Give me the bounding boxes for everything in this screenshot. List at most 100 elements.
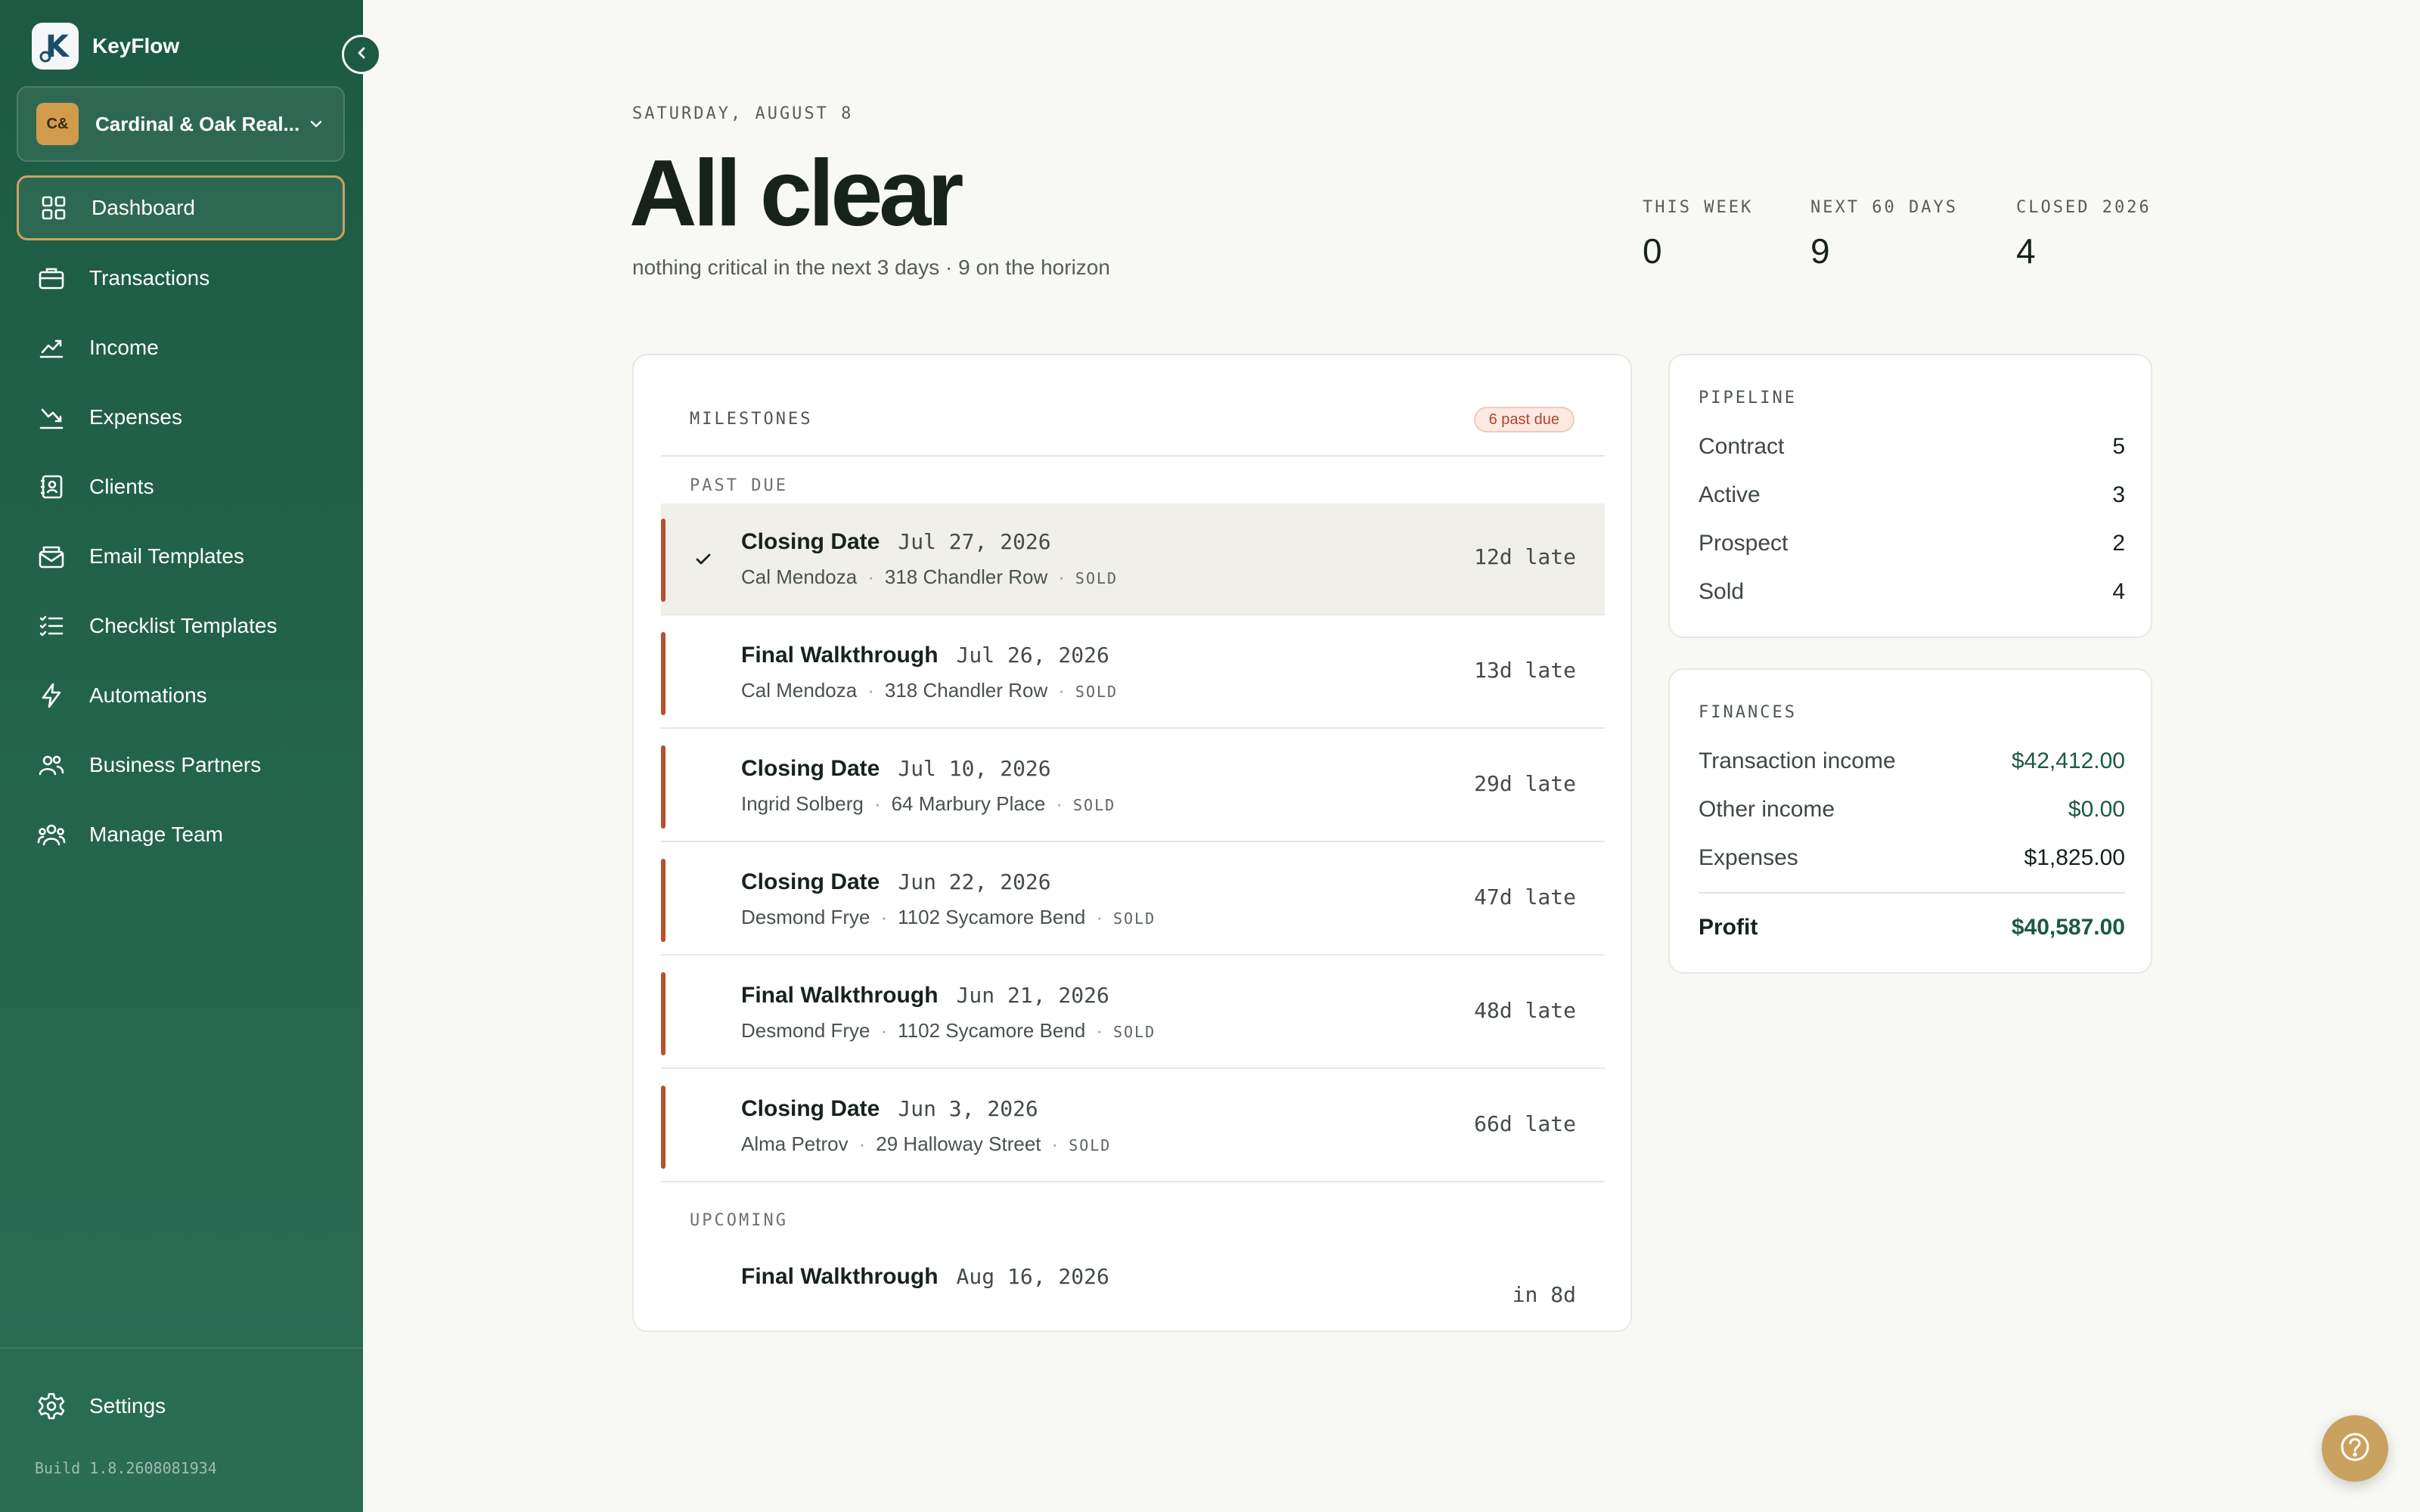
sidebar-item-label: Business Partners bbox=[89, 753, 262, 776]
grid-icon bbox=[39, 193, 69, 223]
milestone-title: Closing Date bbox=[741, 756, 880, 781]
sidebar-item-checklist-templates[interactable]: Checklist Templates bbox=[17, 593, 345, 659]
past-due-indicator bbox=[661, 859, 666, 942]
milestone-date: Jul 10, 2026 bbox=[898, 756, 1051, 781]
property-address[interactable]: 1102 Sycamore Bend bbox=[898, 1019, 1085, 1043]
brand[interactable]: K KeyFlow bbox=[32, 23, 179, 70]
sidebar-item-expenses[interactable]: Expenses bbox=[17, 384, 345, 451]
keyflow-logo: K bbox=[32, 23, 79, 70]
sidebar-item-business-partners[interactable]: Business Partners bbox=[17, 732, 345, 798]
milestone-row[interactable]: Closing Date Jun 22, 2026 Desmond Frye · … bbox=[661, 844, 1605, 956]
collapse-sidebar-button[interactable] bbox=[342, 35, 381, 74]
property-address[interactable]: 1102 Sycamore Bend bbox=[898, 906, 1085, 929]
milestone-header: Closing Date Jun 3, 2026 bbox=[741, 1096, 1038, 1122]
sidebar-item-label: Income bbox=[89, 336, 159, 359]
property-address[interactable]: 318 Chandler Row bbox=[885, 679, 1047, 702]
milestone-row[interactable]: Closing Date Jul 10, 2026 Ingrid Solberg… bbox=[661, 730, 1605, 842]
sidebar-item-dashboard[interactable]: Dashboard bbox=[17, 175, 345, 240]
milestone-header: Closing Date Jul 27, 2026 bbox=[741, 529, 1051, 555]
check-icon bbox=[695, 553, 712, 570]
finance-row-transaction-income: Transaction income $42,412.00 bbox=[1699, 748, 2125, 774]
pipeline-count: 3 bbox=[2112, 482, 2125, 507]
late-indicator: 47d late bbox=[1474, 885, 1576, 909]
finance-amount: $0.00 bbox=[2068, 797, 2125, 822]
sidebar-item-settings[interactable]: Settings bbox=[36, 1391, 166, 1421]
finance-label: Transaction income bbox=[1699, 748, 1896, 773]
pipeline-row-active[interactable]: Active 3 bbox=[1699, 482, 2125, 508]
finances-card: FINANCES Transaction income $42,412.00 O… bbox=[1668, 668, 2152, 974]
client-name[interactable]: Desmond Frye bbox=[741, 906, 870, 929]
gear-icon bbox=[36, 1391, 67, 1421]
stat-label: THIS WEEK bbox=[1643, 198, 1754, 217]
pipeline-row-contract[interactable]: Contract 5 bbox=[1699, 434, 2125, 460]
finance-label: Expenses bbox=[1699, 845, 1798, 870]
pipeline-label: Active bbox=[1699, 482, 1761, 507]
page-subtitle: nothing critical in the next 3 days · 9 … bbox=[632, 256, 1110, 279]
sidebar-item-label: Automations bbox=[89, 683, 207, 707]
milestone-date: Jul 27, 2026 bbox=[898, 529, 1051, 554]
sidebar-item-clients[interactable]: Clients bbox=[17, 454, 345, 520]
sidebar-item-automations[interactable]: Automations bbox=[17, 662, 345, 729]
milestone-details: Cal Mendoza · 318 Chandler Row · SOLD bbox=[741, 565, 1118, 589]
sidebar-item-transactions[interactable]: Transactions bbox=[17, 245, 345, 311]
client-name[interactable]: Cal Mendoza bbox=[741, 679, 857, 702]
status-badge: SOLD bbox=[1075, 569, 1118, 587]
chevron-down-icon bbox=[307, 115, 325, 133]
milestone-header: Closing Date Jul 10, 2026 bbox=[741, 756, 1051, 782]
milestone-row[interactable]: Closing Date Jul 27, 2026 Cal Mendoza · 3… bbox=[661, 503, 1605, 615]
app-name: KeyFlow bbox=[92, 34, 180, 57]
briefcase-icon bbox=[36, 263, 67, 293]
sidebar-item-email-templates[interactable]: Email Templates bbox=[17, 523, 345, 590]
milestone-title: Final Walkthrough bbox=[741, 983, 939, 1008]
sidebar-item-label: Checklist Templates bbox=[89, 614, 278, 637]
status-badge: SOLD bbox=[1112, 1023, 1156, 1041]
help-button[interactable] bbox=[2322, 1415, 2388, 1482]
milestone-row[interactable]: Closing Date Jun 3, 2026 Alma Petrov · 29… bbox=[661, 1070, 1605, 1182]
stat-value: 4 bbox=[2016, 231, 2036, 271]
past-due-section-label: PAST DUE bbox=[690, 476, 788, 495]
property-address[interactable]: 29 Halloway Street bbox=[876, 1132, 1041, 1156]
status-badge: SOLD bbox=[1075, 683, 1118, 701]
sidebar-item-label: Expenses bbox=[89, 405, 182, 429]
milestones-card: MILESTONES 6 past due PAST DUE Closing D… bbox=[632, 354, 1632, 1332]
client-name[interactable]: Alma Petrov bbox=[741, 1132, 849, 1156]
late-indicator: 13d late bbox=[1474, 658, 1576, 683]
stat-this-week: THIS WEEK 0 bbox=[1643, 198, 1753, 271]
sidebar-item-manage-team[interactable]: Manage Team bbox=[17, 801, 345, 868]
milestone-row[interactable]: Final Walkthrough Jun 21, 2026 Desmond F… bbox=[661, 957, 1605, 1069]
complete-checkbox[interactable] bbox=[688, 546, 718, 576]
trending-down-icon bbox=[36, 402, 67, 432]
lightning-icon bbox=[36, 680, 67, 711]
sidebar-item-label: Transactions bbox=[89, 266, 210, 290]
finance-label: Other income bbox=[1699, 797, 1835, 822]
stat-closed-2026: CLOSED 2026 4 bbox=[2016, 198, 2152, 271]
client-name[interactable]: Desmond Frye bbox=[741, 1019, 870, 1043]
pipeline-row-sold[interactable]: Sold 4 bbox=[1699, 579, 2125, 605]
finance-row-profit: Profit $40,587.00 bbox=[1699, 915, 2125, 940]
past-due-indicator bbox=[661, 745, 666, 829]
client-name[interactable]: Ingrid Solberg bbox=[741, 792, 864, 816]
profit-amount: $40,587.00 bbox=[2011, 915, 2125, 940]
sidebar-item-label: Email Templates bbox=[89, 544, 244, 568]
build-version: Build 1.8.2608081934 bbox=[35, 1459, 217, 1477]
pipeline-row-prospect[interactable]: Prospect 2 bbox=[1699, 531, 2125, 556]
milestone-details: Desmond Frye · 1102 Sycamore Bend · SOLD bbox=[741, 1019, 1156, 1043]
team-icon bbox=[36, 820, 67, 850]
client-name[interactable]: Cal Mendoza bbox=[741, 565, 857, 589]
sidebar-item-income[interactable]: Income bbox=[17, 314, 345, 381]
sidebar-item-label: Dashboard bbox=[92, 196, 195, 219]
milestone-date: Jun 22, 2026 bbox=[898, 869, 1051, 894]
milestone-title: Final Walkthrough bbox=[741, 1264, 939, 1289]
milestone-row[interactable]: Final Walkthrough Aug 16, 2026 in 8d bbox=[661, 1238, 1605, 1331]
due-indicator: in 8d bbox=[1512, 1282, 1576, 1307]
pipeline-label: Contract bbox=[1699, 434, 1785, 459]
milestone-row[interactable]: Final Walkthrough Jul 26, 2026 Cal Mendo… bbox=[661, 617, 1605, 729]
current-date: SATURDAY, AUGUST 8 bbox=[632, 104, 854, 123]
help-icon bbox=[2338, 1430, 2372, 1467]
past-due-indicator bbox=[661, 632, 666, 715]
organization-selector[interactable]: C& Cardinal & Oak Real... bbox=[17, 86, 345, 162]
property-address[interactable]: 64 Marbury Place bbox=[892, 792, 1046, 816]
sidebar-item-label: Manage Team bbox=[89, 823, 223, 846]
milestone-header: Closing Date Jun 22, 2026 bbox=[741, 869, 1051, 895]
property-address[interactable]: 318 Chandler Row bbox=[885, 565, 1047, 589]
